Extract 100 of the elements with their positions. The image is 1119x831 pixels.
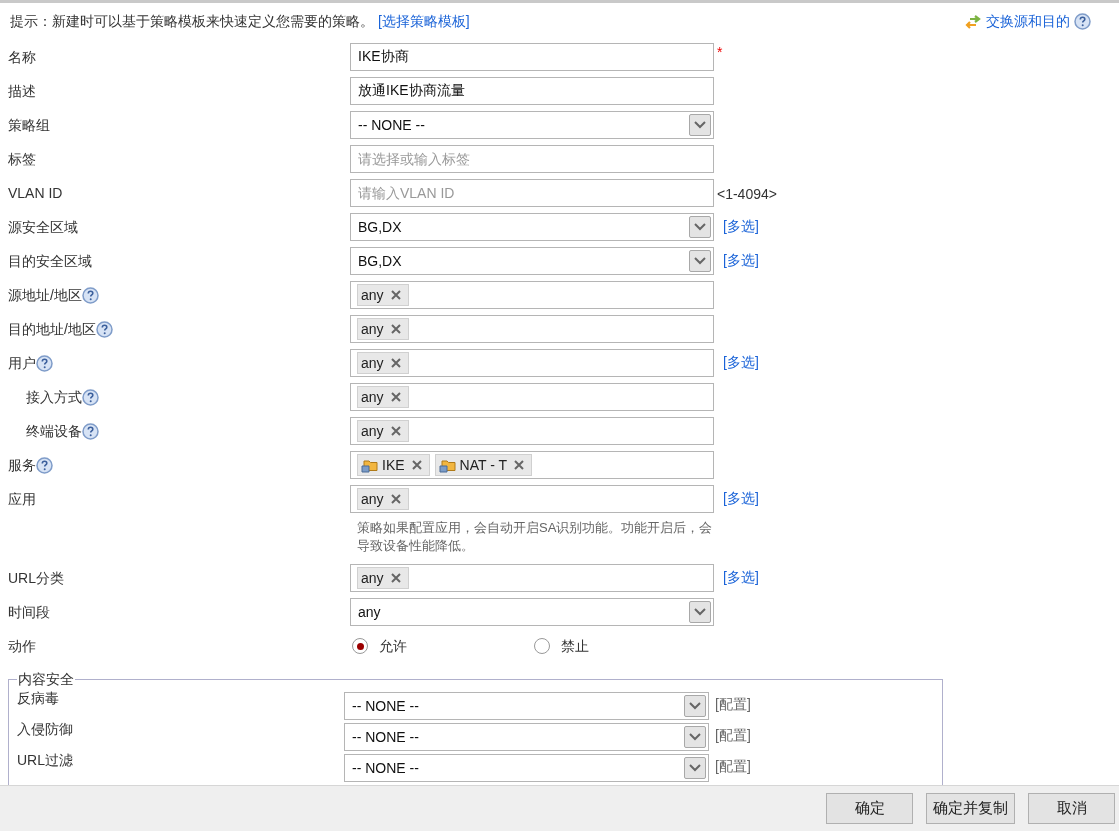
field-label: 目的地址/地区 xyxy=(8,321,96,337)
field-label: 时间段 xyxy=(8,604,50,620)
dropdown-button[interactable] xyxy=(689,601,711,623)
multi-select-link[interactable]: [多选] xyxy=(723,216,759,237)
swap-arrows-icon xyxy=(964,14,982,29)
help-icon[interactable] xyxy=(36,457,53,475)
radio-label: 允许 xyxy=(379,636,407,656)
field-label: 描述 xyxy=(8,83,36,99)
multi-select-link[interactable]: [多选] xyxy=(723,567,759,588)
field-label: URL分类 xyxy=(8,570,64,586)
chevron-down-icon xyxy=(694,257,706,265)
note-text: 策略如果配置应用，会自动开启SA识别功能。功能开启后，会导致设备性能降低。 xyxy=(357,519,714,555)
field-label: 接入方式 xyxy=(26,389,82,405)
select-field[interactable]: BG,DX xyxy=(350,213,714,241)
tag-label: any xyxy=(361,353,384,373)
tag-field[interactable]: any xyxy=(350,383,714,411)
dialog-button[interactable]: 确定并复制 xyxy=(926,793,1015,824)
field-label: 源地址/地区 xyxy=(8,287,82,303)
chevron-down-icon xyxy=(694,608,706,616)
help-icon[interactable] xyxy=(36,355,53,373)
dropdown-button[interactable] xyxy=(684,695,706,717)
remove-icon[interactable] xyxy=(388,324,403,334)
range-hint: <1-4094> xyxy=(717,185,777,204)
select-field[interactable]: -- NONE -- xyxy=(344,754,709,782)
configure-link[interactable]: [配置] xyxy=(715,694,751,715)
tag-label: any xyxy=(361,319,384,339)
remove-icon[interactable] xyxy=(388,494,403,504)
field-label: 用户 xyxy=(8,355,36,371)
radio-button[interactable] xyxy=(352,638,368,654)
field-label: 标签 xyxy=(8,151,36,167)
field-label: URL过滤 xyxy=(17,751,74,770)
dropdown-button[interactable] xyxy=(684,757,706,779)
help-icon[interactable] xyxy=(1074,13,1091,30)
tag-field[interactable]: any xyxy=(350,315,714,343)
help-icon[interactable] xyxy=(82,423,99,441)
tag-field[interactable]: any xyxy=(350,564,714,592)
remove-icon[interactable] xyxy=(388,358,403,368)
dropdown-button[interactable] xyxy=(689,250,711,272)
dropdown-button[interactable] xyxy=(689,114,711,136)
field-label: 应用 xyxy=(8,491,36,507)
help-icon[interactable] xyxy=(82,389,99,407)
help-icon[interactable] xyxy=(81,287,99,305)
dropdown-button[interactable] xyxy=(689,216,711,238)
help-icon[interactable] xyxy=(95,321,113,339)
chevron-down-icon xyxy=(689,764,701,772)
required-mark: * xyxy=(717,43,723,61)
tag-label: any xyxy=(361,285,384,305)
text-field[interactable]: 放通IKE协商流量 xyxy=(350,77,714,105)
select-field[interactable]: -- NONE -- xyxy=(344,723,709,751)
remove-icon[interactable] xyxy=(388,290,403,300)
select-field[interactable]: any xyxy=(350,598,714,626)
tag-field[interactable]: any xyxy=(350,349,714,377)
hint-text: 提示：新建时可以基于策略模板来快速定义您需要的策略。 [选择策略模板] xyxy=(10,12,470,31)
select-field[interactable]: -- NONE -- xyxy=(350,111,714,139)
select-field[interactable]: -- NONE -- xyxy=(344,692,709,720)
tag-label: IKE xyxy=(382,455,405,475)
text-field[interactable]: 请选择或输入标签 xyxy=(350,145,714,173)
tag-field[interactable]: any xyxy=(350,417,714,445)
field-label: 终端设备 xyxy=(26,423,82,439)
remove-icon[interactable] xyxy=(512,460,527,470)
chevron-down-icon xyxy=(689,702,701,710)
tag-field[interactable]: any xyxy=(350,281,714,309)
tag-field[interactable]: any xyxy=(350,485,714,513)
radio-label: 禁止 xyxy=(561,636,589,656)
remove-icon[interactable] xyxy=(388,426,403,436)
tag-label: any xyxy=(361,568,384,588)
tag-field[interactable]: IKE NAT - T xyxy=(350,451,714,479)
configure-link[interactable]: [配置] xyxy=(715,756,751,777)
field-label: 反病毒 xyxy=(17,689,60,708)
field-label: 策略组 xyxy=(8,117,50,133)
template-link[interactable]: [选择策略模板] xyxy=(377,13,470,29)
multi-select-link[interactable]: [多选] xyxy=(723,352,759,373)
field-label: 目的安全区域 xyxy=(8,253,92,269)
remove-icon[interactable] xyxy=(409,460,424,470)
remove-icon[interactable] xyxy=(388,573,403,583)
remove-icon[interactable] xyxy=(388,392,403,402)
field-label: VLAN ID xyxy=(8,185,63,201)
swap-link[interactable]: 交换源和目的 xyxy=(964,11,1091,32)
dialog-button[interactable]: 确定 xyxy=(826,793,913,824)
multi-select-link[interactable]: [多选] xyxy=(723,250,759,271)
multi-select-link[interactable]: [多选] xyxy=(723,488,759,509)
text-field[interactable]: 请输入VLAN ID xyxy=(350,179,714,207)
select-field[interactable]: BG,DX xyxy=(350,247,714,275)
field-label: 服务 xyxy=(8,457,36,473)
tag-label: any xyxy=(361,489,384,509)
text-field[interactable]: IKE协商 xyxy=(350,43,714,71)
field-label: 源安全区域 xyxy=(8,219,78,235)
chevron-down-icon xyxy=(694,121,706,129)
field-label: 名称 xyxy=(8,49,36,65)
configure-link[interactable]: [配置] xyxy=(715,725,751,746)
tag-label: any xyxy=(361,421,384,441)
dropdown-button[interactable] xyxy=(684,726,706,748)
chevron-down-icon xyxy=(689,733,701,741)
panel-legend: 内容安全 xyxy=(17,669,75,690)
field-label: 动作 xyxy=(8,638,36,654)
chevron-down-icon xyxy=(694,223,706,231)
tag-label: NAT - T xyxy=(459,455,508,475)
field-label: 入侵防御 xyxy=(17,720,74,739)
radio-button[interactable] xyxy=(534,638,550,654)
dialog-button[interactable]: 取消 xyxy=(1028,793,1115,824)
